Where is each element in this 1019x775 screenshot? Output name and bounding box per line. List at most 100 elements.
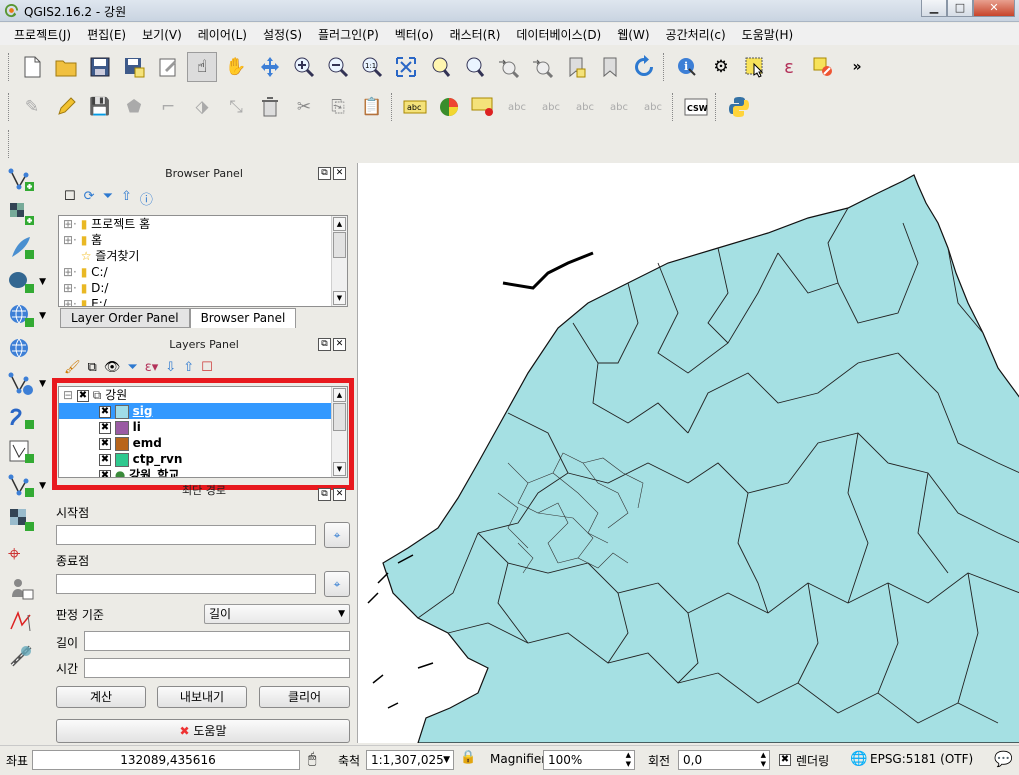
- add-delimited-text-icon[interactable]: [0, 401, 48, 435]
- criterion-select[interactable]: 길이 ▼: [204, 604, 350, 624]
- tree-item[interactable]: ⊞· ▮ E:/: [59, 296, 347, 306]
- rotate-label-icon[interactable]: abc: [570, 92, 600, 122]
- menu-database[interactable]: 데이터베이스(D): [508, 26, 609, 43]
- map-canvas[interactable]: [357, 163, 1019, 743]
- menu-vector[interactable]: 벡터(o): [387, 26, 442, 43]
- pan-to-selection-icon[interactable]: [255, 52, 285, 82]
- identify-icon[interactable]: i: [672, 52, 702, 82]
- new-bookmark-icon[interactable]: [561, 52, 591, 82]
- menu-project[interactable]: 프로젝트(J): [6, 26, 79, 43]
- save-as-icon[interactable]: [119, 52, 149, 82]
- rotation-input[interactable]: 0,0 ▲ ▼: [678, 750, 770, 770]
- menu-web[interactable]: 웹(W): [609, 26, 657, 43]
- clear-button[interactable]: 클리어: [259, 686, 350, 708]
- tree-item[interactable]: ⊞· ▮ 프로젝트 홈: [59, 216, 347, 232]
- export-button[interactable]: 내보내기: [157, 686, 247, 708]
- diagram-pie-icon[interactable]: [434, 92, 464, 122]
- add-wcs-icon[interactable]: [0, 333, 48, 367]
- add-mssql-icon[interactable]: [0, 503, 48, 537]
- paste-features-icon[interactable]: 📋: [357, 92, 387, 122]
- menu-layer[interactable]: 레이어(L): [190, 26, 255, 43]
- magnifier-input[interactable]: 100% ▲ ▼: [543, 750, 635, 770]
- end-point-input[interactable]: [56, 574, 316, 594]
- spline-tool-icon[interactable]: [0, 605, 48, 639]
- menu-edit[interactable]: 편집(E): [79, 26, 134, 43]
- close-panel-button[interactable]: ✕: [333, 167, 346, 180]
- tab-layer-order[interactable]: Layer Order Panel: [60, 308, 190, 328]
- start-point-input[interactable]: [56, 525, 316, 545]
- float-button[interactable]: ⧉: [318, 338, 331, 351]
- start-capture-icon[interactable]: ⌖: [324, 522, 350, 548]
- refresh-icon[interactable]: [629, 52, 659, 82]
- add-raster-layer-icon[interactable]: [0, 197, 48, 231]
- move-label-icon[interactable]: abc: [536, 92, 566, 122]
- select-features-icon[interactable]: [740, 52, 770, 82]
- maximize-button[interactable]: □: [947, 0, 973, 17]
- add-wms-icon[interactable]: ▼: [0, 299, 48, 333]
- close-button[interactable]: ✕: [973, 0, 1015, 17]
- menu-raster[interactable]: 래스터(R): [442, 26, 509, 43]
- delete-selected-icon[interactable]: [255, 92, 285, 122]
- project-properties-icon[interactable]: [153, 52, 183, 82]
- add-group-icon[interactable]: ⧉: [88, 360, 97, 375]
- show-hide-label-icon[interactable]: abc: [502, 92, 532, 122]
- save-edits-icon[interactable]: 💾: [85, 92, 115, 122]
- menu-help[interactable]: 도움말(H): [734, 26, 802, 43]
- add-postgis-icon[interactable]: ▼: [0, 265, 48, 299]
- georeferencer-icon[interactable]: [0, 571, 48, 605]
- collapse-all-icon[interactable]: ⇧: [183, 360, 194, 375]
- pin-label-icon[interactable]: [468, 92, 498, 122]
- help-button[interactable]: ✖ 도움말: [56, 719, 350, 743]
- close-panel-button[interactable]: ✕: [333, 488, 346, 501]
- coordinate-capture-icon[interactable]: ⌖: [0, 537, 48, 571]
- zoom-actual-icon[interactable]: 1:1: [357, 52, 387, 82]
- zoom-last-icon[interactable]: [493, 52, 523, 82]
- add-vector-layer-icon[interactable]: [0, 163, 48, 197]
- pan-map-icon[interactable]: ✋: [221, 52, 251, 82]
- node-tool-icon[interactable]: ⌐: [153, 92, 183, 122]
- crs-label[interactable]: EPSG:5181 (OTF): [870, 752, 973, 766]
- properties-icon[interactable]: ⓘ: [140, 189, 153, 208]
- menu-plugins[interactable]: 플러그인(P): [310, 26, 387, 43]
- road-graph-icon[interactable]: [0, 639, 48, 673]
- menu-processing[interactable]: 공간처리(c): [658, 26, 734, 43]
- show-bookmarks-icon[interactable]: [595, 52, 625, 82]
- menu-settings[interactable]: 설정(S): [255, 26, 310, 43]
- add-selected-icon[interactable]: ☐: [64, 189, 76, 208]
- crs-globe-icon[interactable]: 🌐: [850, 751, 867, 767]
- messages-icon[interactable]: 💬: [994, 750, 1013, 768]
- deselect-icon[interactable]: [808, 52, 838, 82]
- filter-icon[interactable]: ⏷: [103, 189, 113, 208]
- tree-item[interactable]: ⊞· ▮ 홈: [59, 232, 347, 248]
- zoom-selection-icon[interactable]: [425, 52, 455, 82]
- zoom-full-icon[interactable]: [391, 52, 421, 82]
- csw-icon[interactable]: CSW: [681, 92, 711, 122]
- expression-filter-icon[interactable]: ε▾: [145, 360, 159, 375]
- end-capture-icon[interactable]: ⌖: [324, 571, 350, 597]
- add-feature-icon[interactable]: ⬟: [119, 92, 149, 122]
- float-button[interactable]: ⧉: [318, 167, 331, 180]
- scale-combo[interactable]: 1:1,307,025 ▼: [366, 750, 454, 770]
- label-tool-icon[interactable]: abc: [400, 92, 430, 122]
- zoom-in-icon[interactable]: [289, 52, 319, 82]
- add-virtual-layer-icon[interactable]: ▼: [0, 469, 48, 503]
- overflow-chevron-icon[interactable]: »: [842, 52, 872, 82]
- node-edit-icon[interactable]: ⤡: [221, 92, 251, 122]
- select-by-expression-icon[interactable]: ε: [774, 52, 804, 82]
- new-project-icon[interactable]: [17, 52, 47, 82]
- zoom-next-icon[interactable]: [527, 52, 557, 82]
- tree-item[interactable]: ⊞· ▮ D:/: [59, 280, 347, 296]
- remove-layer-icon[interactable]: ☐: [201, 360, 213, 375]
- change-label-icon[interactable]: abc: [604, 92, 634, 122]
- expand-all-icon[interactable]: ⇩: [165, 360, 176, 375]
- add-wfs-icon[interactable]: ▼: [0, 367, 48, 401]
- visibility-eye-icon[interactable]: 👁: [104, 360, 121, 375]
- close-panel-button[interactable]: ✕: [333, 338, 346, 351]
- calculate-button[interactable]: 계산: [56, 686, 146, 708]
- style-brush-icon[interactable]: 🖌: [64, 360, 81, 375]
- refresh-browser-icon[interactable]: ⟳: [84, 189, 95, 208]
- new-shapefile-icon[interactable]: [0, 435, 48, 469]
- tree-item[interactable]: ⊞· ▮ C:/: [59, 264, 347, 280]
- filter-legend-icon[interactable]: ⏷: [127, 360, 137, 375]
- action-gear-icon[interactable]: ⚙: [706, 52, 736, 82]
